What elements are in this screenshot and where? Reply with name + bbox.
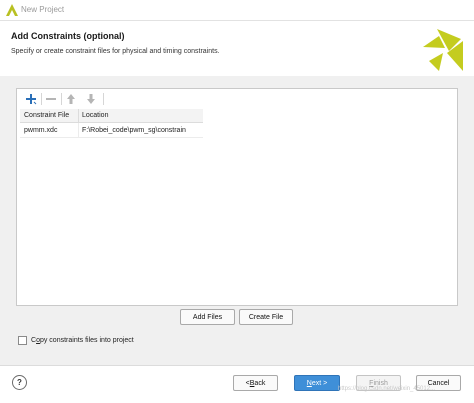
vivado-logo-icon — [423, 29, 463, 71]
table-header: Constraint File Location — [20, 109, 203, 123]
window-title: New Project — [21, 5, 65, 14]
remove-icon[interactable] — [43, 92, 59, 106]
page-subtitle: Specify or create constraint files for p… — [11, 48, 220, 55]
table-row[interactable]: pwmm.xdc F:\Robei_code\pwm_sg\constrain — [20, 123, 203, 138]
vivado-logo-icon — [6, 4, 18, 16]
add-files-button[interactable]: Add Files — [180, 309, 235, 325]
copy-constraints-checkbox[interactable] — [18, 335, 27, 345]
copy-constraints-option[interactable]: Copy constraints files into project — [18, 334, 134, 346]
title-bar: New Project — [0, 0, 474, 21]
back-button[interactable]: < Back — [233, 375, 278, 391]
wizard-header: Add Constraints (optional) Specify or cr… — [0, 21, 474, 76]
help-icon[interactable]: ? — [12, 375, 27, 390]
next-button[interactable]: Next > — [294, 375, 340, 391]
column-header-constraint-file[interactable]: Constraint File — [24, 112, 69, 119]
files-toolbar — [17, 89, 457, 109]
move-up-icon[interactable] — [63, 92, 79, 106]
page-title: Add Constraints (optional) — [11, 31, 125, 41]
wizard-footer: ? < Back Next > Finish Cancel — [0, 365, 474, 403]
column-header-location[interactable]: Location — [82, 112, 108, 119]
watermark-text: https://blog.csdn.net/weixin_45012... — [338, 386, 436, 392]
constraint-files-panel: Constraint File Location pwmm.xdc F:\Rob… — [16, 88, 458, 306]
constraint-file-cell: pwmm.xdc — [24, 127, 58, 134]
move-down-icon[interactable] — [83, 92, 99, 106]
copy-constraints-label: Copy constraints files into project — [31, 336, 134, 344]
location-cell: F:\Robei_code\pwm_sg\constrain — [82, 127, 186, 134]
create-file-button[interactable]: Create File — [239, 309, 293, 325]
add-icon[interactable] — [23, 92, 39, 106]
